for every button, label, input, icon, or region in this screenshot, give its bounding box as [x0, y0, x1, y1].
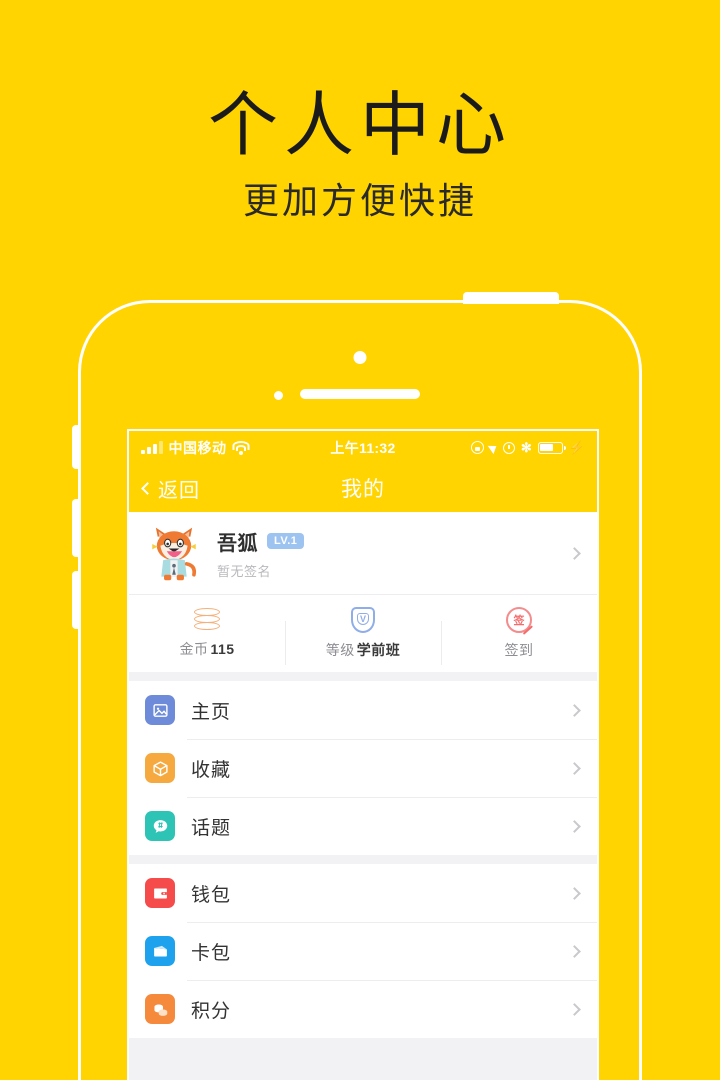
user-name: 吾狐: [217, 532, 258, 555]
box-icon: [145, 753, 175, 783]
power-button[interactable]: [463, 292, 559, 304]
shield-level-icon: V: [351, 607, 375, 633]
menu-item-topics[interactable]: 话题: [129, 797, 597, 855]
volume-down-button[interactable]: [72, 571, 79, 629]
status-bar-right: ✻ ⚡: [470, 440, 585, 455]
screen-content: 吾狐 LV.1 暂无签名 金币 115 V 等级 学前班 签 签到 主页 收藏 …: [129, 512, 597, 1080]
stat-level-value: 学前班: [356, 642, 401, 658]
wifi-icon: [232, 441, 250, 455]
coin-stack-icon: [194, 608, 220, 632]
phone-screen: 中国移动 上午11:32 ✻ ⚡ 返回 我的 吾狐 LV.1 暂无签名 金币 1…: [127, 429, 599, 1080]
menu-item-cards[interactable]: 卡包: [129, 922, 597, 980]
battery-icon: [537, 441, 566, 454]
wallet-icon: [145, 878, 175, 908]
phone-mockup: 中国移动 上午11:32 ✻ ⚡ 返回 我的 吾狐 LV.1 暂无签名 金币 1…: [72, 292, 642, 1080]
profile-row[interactable]: 吾狐 LV.1 暂无签名: [129, 512, 597, 594]
page-title: 个人中心: [208, 86, 512, 164]
menu-item-favorites[interactable]: 收藏: [129, 739, 597, 797]
fox-avatar[interactable]: [145, 524, 203, 582]
menu-item-wallet[interactable]: 钱包: [129, 864, 597, 922]
chevron-right-icon: [568, 819, 581, 833]
location-arrow-icon: [487, 441, 500, 454]
status-bar: 中国移动 上午11:32 ✻ ⚡: [129, 431, 597, 464]
carrier-label: 中国移动: [168, 439, 227, 456]
rotation-lock-icon: [470, 441, 484, 454]
back-button[interactable]: 返回: [141, 474, 200, 503]
navigation-bar: 返回 我的: [129, 464, 597, 512]
page-subtitle: 更加方便快捷: [242, 180, 477, 221]
level-badge: LV.1: [267, 533, 305, 549]
earpiece-speaker: [300, 389, 420, 399]
menu-group-2: 钱包 卡包 积分: [129, 864, 597, 1038]
profile-name-row: 吾狐 LV.1: [217, 527, 570, 556]
signin-stamp-icon: 签: [506, 607, 532, 633]
card-holder-icon: [145, 936, 175, 966]
front-camera: [353, 351, 367, 364]
chevron-right-icon: [568, 1002, 581, 1016]
stat-coins-value: 115: [210, 641, 235, 657]
charging-bolt-icon: ⚡: [568, 440, 585, 455]
chevron-right-icon: [568, 703, 581, 717]
status-bar-left: 中国移动: [141, 438, 250, 458]
signal-bars-icon: [141, 440, 163, 454]
menu-group-1: 主页 收藏 话题: [129, 681, 597, 855]
status-bar-time: 上午11:32: [330, 439, 396, 456]
stat-signin[interactable]: 签 签到: [441, 607, 597, 665]
proximity-sensor: [274, 391, 283, 400]
profile-info: 吾狐 LV.1 暂无签名: [217, 527, 570, 580]
menu-item-wallet-label: 钱包: [191, 884, 232, 906]
back-button-label: 返回: [158, 479, 200, 502]
menu-item-cards-label: 卡包: [191, 942, 232, 964]
chevron-left-icon: [141, 481, 154, 495]
chevron-right-icon: [568, 944, 581, 958]
points-coins-icon: [145, 994, 175, 1024]
volume-up-button[interactable]: [72, 499, 79, 557]
nav-title: 我的: [341, 478, 385, 501]
menu-item-points-label: 积分: [191, 1000, 232, 1022]
bluetooth-icon: ✻: [520, 440, 532, 455]
menu-item-points[interactable]: 积分: [129, 980, 597, 1038]
promo-page: 个人中心 更加方便快捷 中国移动 上午11:32 ✻ ⚡ 返回 我的 吾狐 LV…: [0, 0, 720, 1080]
chevron-right-icon: [568, 886, 581, 900]
chevron-right-icon: [568, 546, 581, 560]
user-signature: 暂无签名: [217, 563, 272, 579]
stat-coins[interactable]: 金币 115: [129, 608, 285, 659]
stat-coins-label: 金币: [179, 641, 209, 657]
menu-item-topics-label: 话题: [191, 817, 232, 839]
stat-level[interactable]: V 等级 学前班: [285, 607, 441, 665]
stat-signin-label: 签到: [504, 642, 534, 658]
alarm-clock-icon: [502, 441, 515, 454]
image-icon: [145, 695, 175, 725]
menu-item-home[interactable]: 主页: [129, 681, 597, 739]
promo-header: 个人中心 更加方便快捷: [0, 0, 720, 222]
stat-level-text: 等级 学前班: [326, 640, 401, 660]
stats-bar: 金币 115 V 等级 学前班 签 签到: [129, 594, 597, 672]
chevron-right-icon: [568, 761, 581, 775]
chat-bubble-icon: [145, 811, 175, 841]
menu-item-favorites-label: 收藏: [191, 759, 232, 781]
stat-level-label: 等级: [325, 642, 355, 658]
menu-item-home-label: 主页: [191, 701, 232, 723]
mute-switch[interactable]: [72, 425, 79, 469]
stat-coins-text: 金币 115: [179, 639, 234, 659]
